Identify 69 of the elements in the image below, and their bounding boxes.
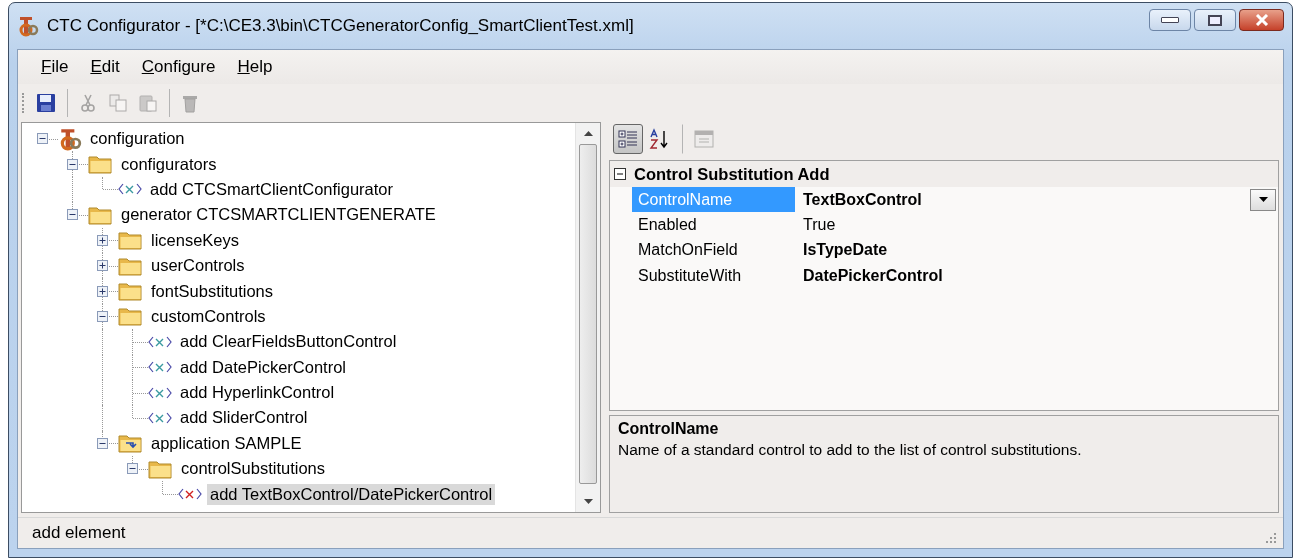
tree-item[interactable]: licenseKeys xyxy=(148,229,243,251)
scrollbar[interactable] xyxy=(575,123,600,512)
collapse-toggle[interactable] xyxy=(67,158,78,170)
clipboard-icon xyxy=(138,93,158,113)
tree-item[interactable]: add TextBoxControl/DatePickerControl xyxy=(207,483,496,505)
tree-item[interactable]: add DatePickerControl xyxy=(177,356,349,378)
app-logo-icon xyxy=(58,126,82,151)
folder-icon xyxy=(118,230,143,251)
tree-item[interactable]: customControls xyxy=(148,305,269,327)
menu-item[interactable]: Configure xyxy=(132,55,225,79)
scrollbar-thumb[interactable] xyxy=(579,144,597,484)
menu-item[interactable]: Edit xyxy=(81,55,129,79)
app-logo-icon xyxy=(17,15,39,37)
tree-item[interactable]: userControls xyxy=(148,255,248,277)
property-name[interactable]: MatchOnField xyxy=(632,237,795,264)
categorized-list-icon xyxy=(617,128,639,150)
collapse-toggle[interactable] xyxy=(67,209,78,221)
help-description: Name of a standard control to add to the list of control substitutions. xyxy=(618,441,1082,459)
tree-item[interactable]: add SliderControl xyxy=(177,407,311,429)
help-title: ControlName xyxy=(618,420,719,438)
tree-item[interactable]: add ClearFieldsButtonControl xyxy=(177,331,400,353)
tree-item[interactable]: configurators xyxy=(118,153,220,175)
copy-icon xyxy=(108,93,128,113)
property-value[interactable]: IsTypeDate xyxy=(795,241,888,260)
property-value[interactable]: TextBoxControl xyxy=(795,190,922,209)
tree-item[interactable]: controlSubstitutions xyxy=(178,458,328,480)
folder-icon xyxy=(88,204,113,225)
scissors-icon xyxy=(78,93,98,113)
collapse-toggle[interactable] xyxy=(97,310,108,322)
folder-icon xyxy=(88,154,113,175)
dropdown-button[interactable] xyxy=(1250,188,1276,211)
category-label: Control Substitution Add xyxy=(634,164,830,184)
collapse-toggle[interactable] xyxy=(127,463,138,475)
window-title: CTC Configurator - [*C:\CE3.3\bin\CTCGeneratorConfig_SmartClientTest.xml] xyxy=(47,16,634,36)
property-pages-icon xyxy=(693,128,715,150)
trash-can-icon xyxy=(180,93,200,113)
caret-icon xyxy=(1258,197,1268,203)
folder-icon xyxy=(118,281,143,302)
tree-item[interactable]: application SAMPLE xyxy=(148,432,305,454)
expand-toggle[interactable] xyxy=(97,260,108,272)
tree-item[interactable]: fontSubstitutions xyxy=(148,280,276,302)
folder-icon xyxy=(118,306,143,327)
scroll-up-icon[interactable] xyxy=(583,131,593,136)
minimize-button[interactable] xyxy=(1149,9,1191,31)
categorized-button[interactable] xyxy=(613,124,643,154)
folder-icon xyxy=(118,255,143,276)
status-text: add element xyxy=(32,523,126,543)
tree-item[interactable]: configuration xyxy=(87,128,188,150)
collapse-toggle[interactable] xyxy=(614,168,626,180)
menu-item[interactable]: Help xyxy=(228,55,282,79)
collapse-toggle[interactable] xyxy=(37,133,48,145)
property-name[interactable]: Enabled xyxy=(632,212,795,238)
expand-toggle[interactable] xyxy=(97,234,108,246)
folder-arrow-icon xyxy=(118,433,143,454)
resize-grip-icon[interactable] xyxy=(1265,532,1277,544)
tree-item[interactable]: generator CTCSMARTCLIENTGENERATE xyxy=(118,204,439,226)
close-icon xyxy=(1253,14,1270,26)
folder-icon xyxy=(148,458,173,479)
maximize-button[interactable] xyxy=(1194,9,1236,31)
collapse-toggle[interactable] xyxy=(97,437,108,449)
property-value[interactable]: True xyxy=(795,216,836,235)
close-button[interactable] xyxy=(1239,9,1284,31)
tree-item[interactable]: add CTCSmartClientConfigurator xyxy=(147,178,396,200)
property-name[interactable]: SubstituteWith xyxy=(632,263,795,289)
expand-toggle[interactable] xyxy=(97,285,108,297)
tree-item[interactable]: add HyperlinkControl xyxy=(177,382,338,404)
scroll-down-icon[interactable] xyxy=(583,499,593,504)
menu-item[interactable]: File xyxy=(32,55,78,79)
property-value[interactable]: DatePickerControl xyxy=(795,266,943,285)
